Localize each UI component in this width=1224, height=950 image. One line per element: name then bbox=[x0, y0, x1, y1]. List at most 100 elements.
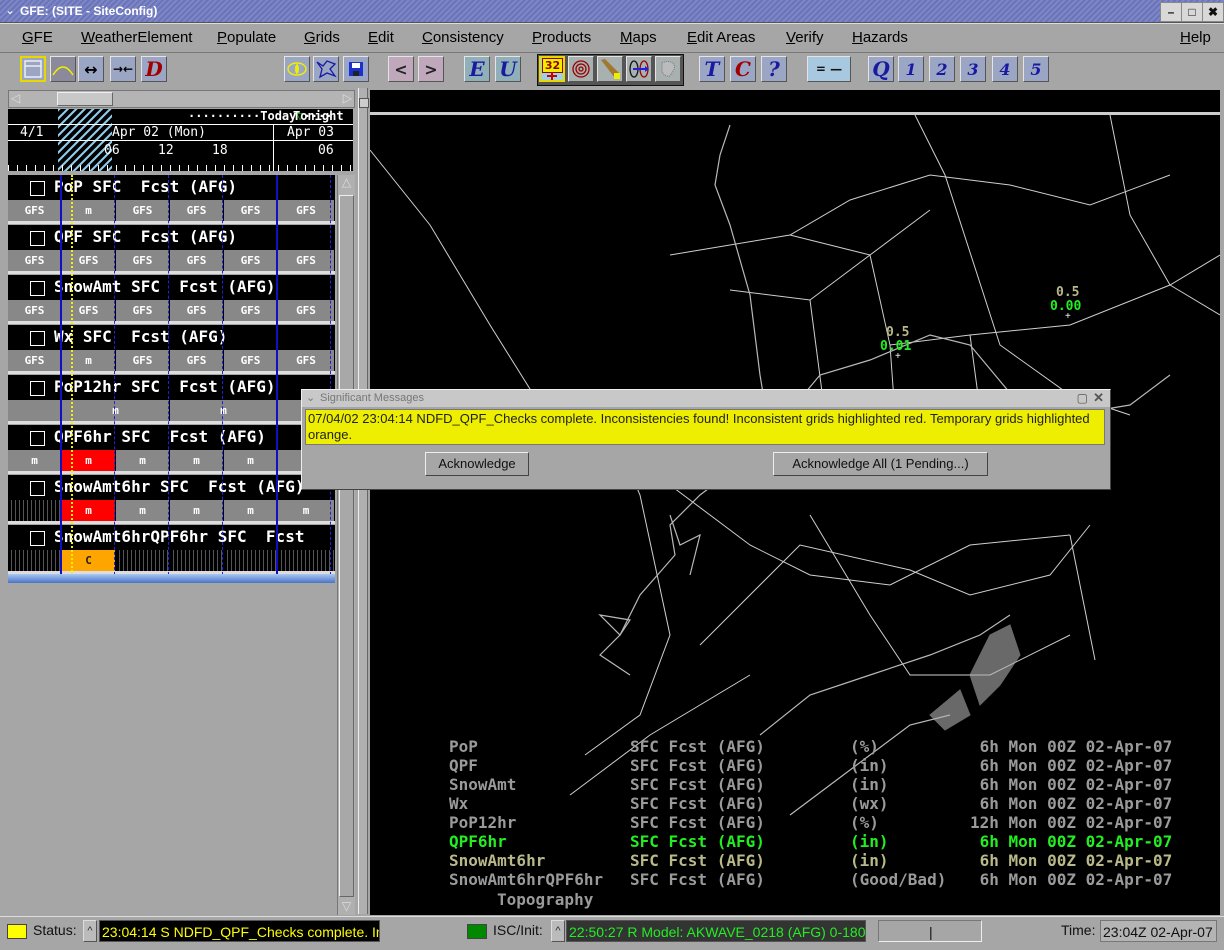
menu-consistency[interactable]: Consistency bbox=[422, 29, 504, 46]
preset-1-button[interactable]: 1 bbox=[898, 56, 924, 82]
scroll-down-icon[interactable]: ▽ bbox=[338, 899, 355, 915]
preset-4-button[interactable]: 4 bbox=[992, 56, 1018, 82]
grid-element-row[interactable]: SnowAmt6hrQPF6hr SFC Fcst C bbox=[8, 525, 335, 574]
scroll-up-icon[interactable]: △ bbox=[338, 175, 355, 191]
compress-time-button[interactable]: →← bbox=[110, 56, 136, 82]
isc-history-button[interactable]: ^ bbox=[551, 920, 565, 942]
smooth-tool-button[interactable] bbox=[655, 56, 681, 82]
grid-element-row[interactable]: PoP SFC Fcst (AFG) GFS m GFS GFS GFS GFS bbox=[8, 175, 335, 224]
grid-box[interactable]: m bbox=[8, 450, 61, 471]
grid-box[interactable]: m bbox=[62, 200, 115, 221]
close-icon[interactable]: ✖ bbox=[1202, 2, 1224, 22]
grid-element-row[interactable]: QPF SFC Fcst (AFG) GFS GFS GFS GFS GFS GFS bbox=[8, 225, 335, 274]
grid-box[interactable] bbox=[8, 500, 61, 521]
grid-box[interactable]: m bbox=[62, 350, 115, 371]
element-checkbox[interactable] bbox=[30, 481, 45, 496]
grid-box[interactable] bbox=[8, 550, 61, 571]
expand-time-button[interactable]: ↔ bbox=[78, 56, 104, 82]
grid-box[interactable]: GFS bbox=[116, 200, 169, 221]
menu-edit-areas[interactable]: Edit Areas bbox=[687, 29, 755, 46]
dialog-menu-icon[interactable]: ⌄ bbox=[306, 391, 315, 404]
grid-box[interactable]: m bbox=[224, 500, 277, 521]
move-copy-tool-button[interactable] bbox=[626, 56, 652, 82]
grid-box[interactable] bbox=[278, 550, 334, 571]
element-header[interactable]: QPF SFC Fcst (AFG) bbox=[8, 225, 335, 250]
scroll-left-icon[interactable]: ◁ bbox=[11, 91, 20, 105]
grid-box[interactable]: GFS bbox=[62, 300, 115, 321]
grid-element-row[interactable]: Wx SFC Fcst (AFG) GFS m GFS GFS GFS GFS bbox=[8, 325, 335, 374]
preset-2-button[interactable]: 2 bbox=[929, 56, 955, 82]
grid-box[interactable] bbox=[116, 550, 169, 571]
element-header[interactable]: QPF6hr SFC Fcst (AFG) bbox=[8, 425, 335, 450]
equal-minus-button[interactable]: = — bbox=[807, 56, 851, 82]
grid-box[interactable]: GFS bbox=[8, 300, 61, 321]
save-button[interactable] bbox=[343, 56, 369, 82]
menu-maps[interactable]: Maps bbox=[620, 29, 657, 46]
grid-box[interactable]: GFS bbox=[170, 200, 223, 221]
maximize-icon[interactable]: □ bbox=[1181, 2, 1203, 22]
element-header[interactable]: SnowAmt6hrQPF6hr SFC Fcst bbox=[8, 525, 335, 550]
contour-tool-button[interactable] bbox=[568, 56, 594, 82]
legend-element[interactable]: PoP12hr bbox=[449, 813, 516, 832]
status-message[interactable]: 23:04:14 S NDFD_QPF_Checks complete. Inc… bbox=[99, 920, 380, 942]
grid-box[interactable]: GFS bbox=[8, 350, 61, 371]
d-button[interactable]: D bbox=[141, 56, 167, 82]
menu-populate[interactable]: Populate bbox=[217, 29, 276, 46]
menu-hazards[interactable]: Hazards bbox=[852, 29, 908, 46]
grid-box[interactable]: m bbox=[62, 450, 115, 471]
grid-box[interactable]: m bbox=[170, 450, 223, 471]
grid-box[interactable]: GFS bbox=[62, 250, 115, 271]
grid-box[interactable]: m bbox=[170, 500, 223, 521]
grid-box[interactable]: GFS bbox=[224, 200, 277, 221]
status-input-field[interactable]: | bbox=[878, 920, 982, 942]
menu-products[interactable]: Products bbox=[532, 29, 591, 46]
element-checkbox[interactable] bbox=[30, 331, 45, 346]
element-header[interactable]: SnowAmt6hr SFC Fcst (AFG) bbox=[8, 475, 335, 500]
help-question-button[interactable]: ? bbox=[761, 56, 787, 82]
grid-box[interactable] bbox=[224, 550, 277, 571]
grid-box[interactable]: C bbox=[62, 550, 115, 571]
acknowledge-button[interactable]: Acknowledge bbox=[425, 452, 529, 476]
isc-message[interactable]: 22:50:27 R Model: AKWAVE_0218 (AFG) 0-18… bbox=[566, 920, 866, 942]
grid-box[interactable]: m bbox=[116, 500, 169, 521]
grid-box[interactable]: m bbox=[224, 450, 277, 471]
preset-5-button[interactable]: 5 bbox=[1023, 56, 1049, 82]
grid-box[interactable]: GFS bbox=[224, 300, 277, 321]
grid-box[interactable]: m bbox=[116, 450, 169, 471]
vertical-scroll-thumb[interactable] bbox=[339, 195, 354, 897]
spatial-map-display[interactable]: 0.5 0.01 + 0.5 0.00 + PoP SFC Fcst (AFG)(… bbox=[370, 115, 1220, 915]
legend-element[interactable]: PoP bbox=[449, 737, 478, 756]
menu-help[interactable]: Help bbox=[1180, 29, 1211, 46]
next-grid-button[interactable]: > bbox=[418, 56, 444, 82]
grid-element-row[interactable]: SnowAmt6hr SFC Fcst (AFG) m m m m m bbox=[8, 475, 335, 524]
single-grid-mode-button[interactable] bbox=[20, 56, 46, 82]
dialog-close-icon[interactable]: ✕ bbox=[1093, 390, 1104, 406]
grid-box[interactable]: GFS bbox=[116, 250, 169, 271]
divider-handle[interactable] bbox=[359, 98, 369, 108]
element-header[interactable]: PoP SFC Fcst (AFG) bbox=[8, 175, 335, 200]
grid-box[interactable] bbox=[170, 550, 223, 571]
element-checkbox[interactable] bbox=[30, 431, 45, 446]
element-checkbox[interactable] bbox=[30, 181, 45, 196]
grid-box[interactable] bbox=[8, 400, 61, 421]
q-button[interactable]: Q bbox=[868, 56, 894, 82]
grid-box[interactable]: GFS bbox=[116, 350, 169, 371]
edit-area-button[interactable] bbox=[313, 56, 339, 82]
element-checkbox[interactable] bbox=[30, 531, 45, 546]
grid-box[interactable]: m bbox=[62, 500, 115, 521]
sample-tool-button[interactable]: 32 bbox=[539, 56, 565, 82]
dialog-maximize-icon[interactable]: ▢ bbox=[1077, 391, 1088, 405]
curve-tool-button[interactable] bbox=[50, 56, 76, 82]
element-header[interactable]: Wx SFC Fcst (AFG) bbox=[8, 325, 335, 350]
menu-weatherelement[interactable]: WeatherElement bbox=[81, 29, 192, 46]
e-button[interactable]: E bbox=[464, 56, 490, 82]
legend-element[interactable]: SnowAmt6hrQPF6hr bbox=[449, 870, 603, 889]
scroll-thumb[interactable] bbox=[57, 92, 113, 106]
grid-box[interactable]: GFS bbox=[278, 350, 334, 371]
minimize-icon[interactable]: – bbox=[1160, 2, 1182, 22]
element-checkbox[interactable] bbox=[30, 281, 45, 296]
grid-box[interactable]: GFS bbox=[278, 250, 334, 271]
show-isc-button[interactable] bbox=[284, 56, 310, 82]
pane-divider[interactable] bbox=[358, 88, 369, 914]
grid-box[interactable]: GFS bbox=[170, 300, 223, 321]
